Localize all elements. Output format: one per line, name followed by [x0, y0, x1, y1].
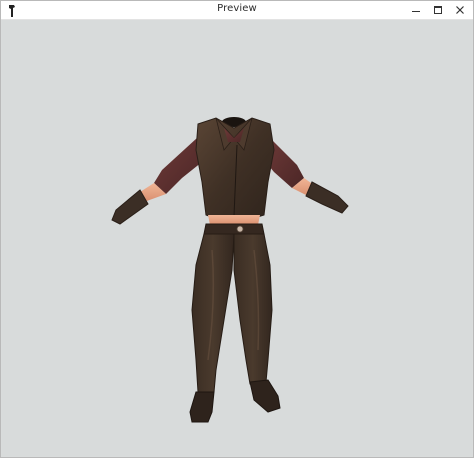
close-icon: [456, 6, 464, 14]
close-button[interactable]: [449, 1, 471, 19]
preview-window: Preview: [0, 0, 474, 458]
preview-viewport[interactable]: [2, 20, 472, 456]
maximize-button[interactable]: [427, 1, 449, 19]
maximize-icon: [434, 6, 442, 14]
minimize-button[interactable]: [405, 1, 427, 19]
minimize-icon: [412, 11, 420, 12]
leather-outfit-model: [111, 117, 349, 423]
window-title: Preview: [217, 3, 257, 14]
title-bar[interactable]: Preview: [1, 1, 473, 20]
